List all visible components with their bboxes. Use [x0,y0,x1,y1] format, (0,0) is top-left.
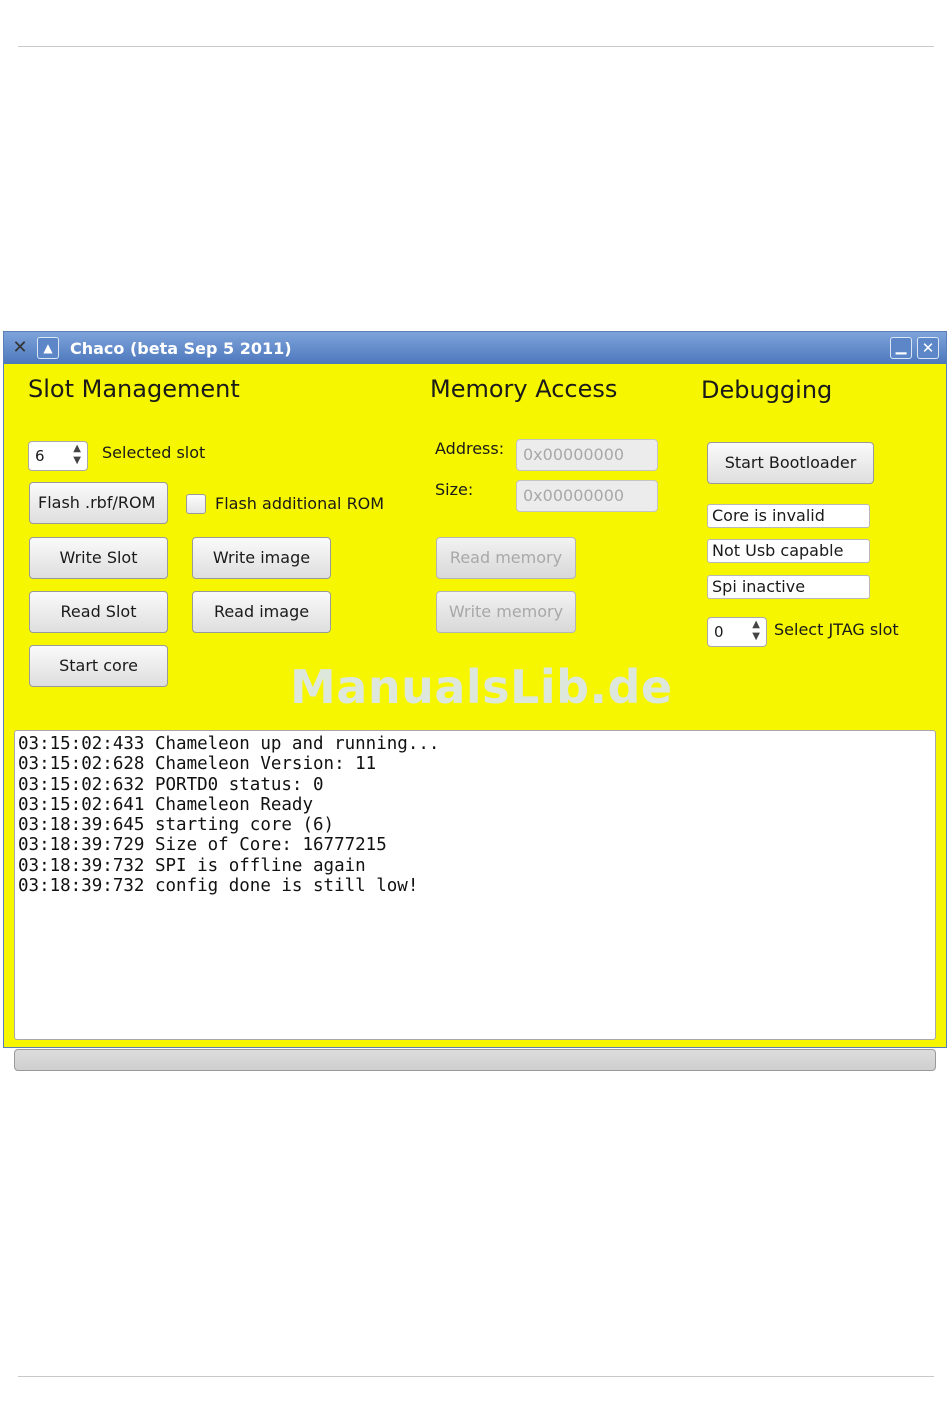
window-menu-up-icon[interactable]: ▲ [37,337,59,359]
read-image-button[interactable]: Read image [192,591,331,633]
log-line: 03:15:02:641 Chameleon Ready [18,794,314,815]
flash-additional-rom-checkbox[interactable] [186,494,206,514]
write-slot-button[interactable]: Write Slot [29,537,168,579]
size-label: Size: [435,480,474,499]
memory-access-heading: Memory Access [430,375,618,403]
start-core-button[interactable]: Start core [29,645,168,687]
close-icon[interactable]: ✕ [917,337,939,359]
size-field[interactable]: 0x00000000 [516,480,658,512]
page-top-rule [18,46,934,47]
jtag-slot-value: 0 [714,623,724,641]
chaco-window: ✕ ▲ Chaco (beta Sep 5 2011) ▁ ✕ Slot Man… [3,331,947,1071]
minimize-icon[interactable]: ▁ [890,337,912,359]
log-line: 03:15:02:632 PORTD0 status: 0 [18,774,324,795]
window-title: Chaco (beta Sep 5 2011) [70,339,292,358]
write-image-button[interactable]: Write image [192,537,331,579]
spi-status-field: Spi inactive [707,575,870,599]
spin-arrows-icon[interactable]: ▲ ▼ [73,443,81,467]
app-x-icon[interactable]: ✕ [9,337,31,359]
address-label: Address: [435,439,505,458]
read-slot-button[interactable]: Read Slot [29,591,168,633]
start-bootloader-button[interactable]: Start Bootloader [707,442,874,484]
flash-additional-rom-label: Flash additional ROM [215,494,385,513]
selected-slot-spinbox[interactable]: 6 ▲ ▼ [28,441,88,471]
flash-rbf-rom-button[interactable]: Flash .rbf/ROM [29,482,168,524]
log-line: 03:15:02:628 Chameleon Version: 11 [18,754,377,775]
selected-slot-label: Selected slot [102,443,206,462]
spin-arrows-icon[interactable]: ▲ ▼ [752,619,760,643]
window-client-area: Slot Management 6 ▲ ▼ Selected slot Flash… [4,364,946,1071]
jtag-slot-spinbox[interactable]: 0 ▲ ▼ [707,617,767,647]
log-line: 03:15:02:433 Chameleon up and running... [18,734,440,754]
write-memory-button[interactable]: Write memory [436,591,576,633]
log-line: 03:18:39:732 config done is still low! [18,876,419,897]
window-titlebar[interactable]: ✕ ▲ Chaco (beta Sep 5 2011) ▁ ✕ [4,332,946,364]
log-output[interactable]: 03:15:02:433 Chameleon up and running...… [14,730,936,1040]
address-field[interactable]: 0x00000000 [516,439,658,471]
select-jtag-slot-label: Select JTAG slot [774,620,899,639]
core-status-field: Core is invalid [707,504,870,528]
progress-bar [14,1049,936,1071]
slot-management-heading: Slot Management [28,375,240,403]
log-line: 03:18:39:645 starting core (6) [18,815,335,836]
page-bottom-rule [18,1376,934,1377]
usb-status-field: Not Usb capable [707,539,870,563]
debugging-heading: Debugging [701,376,833,404]
log-line: 03:18:39:732 SPI is offline again [18,855,366,876]
read-memory-button[interactable]: Read memory [436,537,576,579]
selected-slot-value: 6 [35,447,45,465]
watermark-text: ManualsLib.de [290,660,673,714]
log-line: 03:18:39:729 Size of Core: 16777215 [18,835,387,856]
